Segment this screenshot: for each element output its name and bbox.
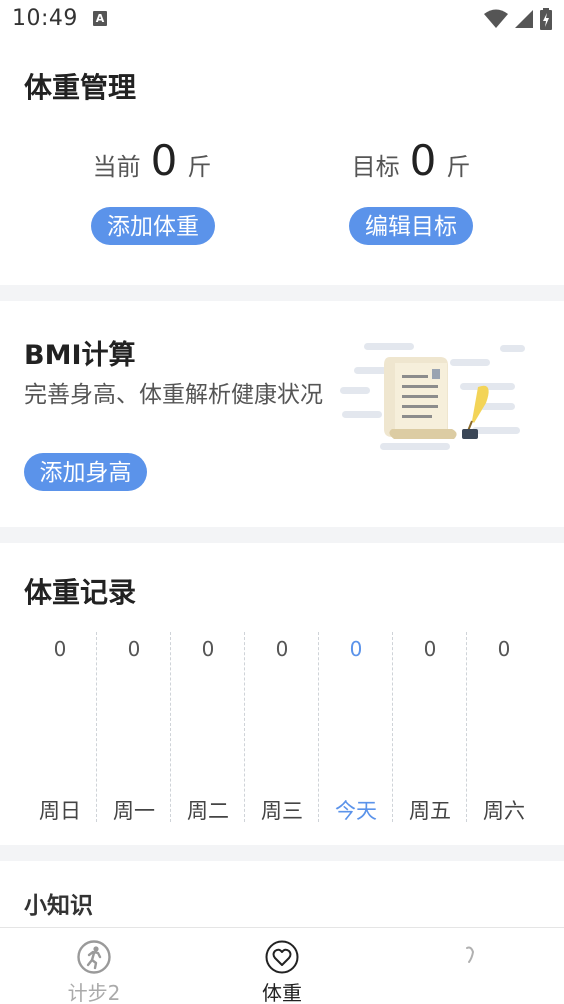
- weight-record-title: 体重记录: [24, 576, 137, 609]
- add-height-button[interactable]: 添加身高: [24, 453, 147, 491]
- record-day-label[interactable]: 周日: [23, 795, 97, 825]
- add-weight-button[interactable]: 添加体重: [91, 207, 215, 245]
- record-day-label[interactable]: 周二: [171, 795, 245, 825]
- record-column-divider: [96, 632, 97, 822]
- record-column-divider: [170, 632, 171, 822]
- signal-icon: [515, 10, 533, 28]
- record-day-value: 0: [275, 637, 289, 661]
- record-day-label[interactable]: 今天: [319, 795, 393, 825]
- notification-a-icon: A: [93, 11, 107, 26]
- tab-weight-label: 体重: [262, 981, 302, 1004]
- status-icons: [484, 8, 552, 30]
- weight-management-card: 体重管理 当前 0 斤 目标 0 斤 添加体重 编辑目标: [0, 38, 564, 285]
- status-bar: 10:49 A: [0, 0, 564, 38]
- record-day-value: 0: [497, 637, 511, 661]
- target-weight-label: 目标: [351, 153, 400, 181]
- tab-third[interactable]: [376, 928, 564, 1004]
- record-column-divider: [318, 632, 319, 822]
- record-day-label[interactable]: 周六: [467, 795, 541, 825]
- record-day-label[interactable]: 周三: [245, 795, 319, 825]
- record-day-value: 0: [201, 637, 215, 661]
- bmi-subtitle: 完善身高、体重解析健康状况: [24, 382, 323, 408]
- current-weight-value: 0: [150, 136, 178, 185]
- document-quill-illustration: [340, 343, 525, 450]
- record-day-value: 0: [423, 637, 437, 661]
- battery-charging-icon: [540, 8, 552, 30]
- tab-steps-label: 计步2: [67, 981, 121, 1004]
- running-person-icon: [77, 940, 111, 974]
- current-weight-label: 当前: [92, 153, 141, 181]
- heart-outline-icon: [265, 940, 299, 974]
- target-weight-unit: 斤: [446, 153, 471, 181]
- partial-icon: [466, 946, 475, 963]
- section-gap: [0, 285, 564, 301]
- record-day-label[interactable]: 周一: [97, 795, 171, 825]
- status-time: 10:49: [12, 6, 78, 31]
- current-weight-unit: 斤: [187, 153, 212, 181]
- tips-title: 小知识: [24, 893, 93, 919]
- section-gap: [0, 527, 564, 543]
- current-weight: 当前 0 斤: [32, 136, 272, 185]
- bmi-card[interactable]: BMI计算 完善身高、体重解析健康状况 添加身高: [0, 301, 564, 527]
- section-gap: [0, 845, 564, 861]
- record-day-label[interactable]: 周五: [393, 795, 467, 825]
- record-day-value: 0: [127, 637, 141, 661]
- target-weight-value: 0: [409, 136, 437, 185]
- tab-steps[interactable]: 计步2: [0, 928, 188, 1004]
- bottom-tab-bar: 计步2 体重: [0, 927, 564, 1004]
- record-column-divider: [466, 632, 467, 822]
- record-day-value: 0: [349, 637, 363, 661]
- edit-target-button[interactable]: 编辑目标: [349, 207, 473, 245]
- weight-management-title: 体重管理: [24, 71, 137, 104]
- record-column-divider: [392, 632, 393, 822]
- record-column-divider: [244, 632, 245, 822]
- record-day-value: 0: [53, 637, 67, 661]
- bmi-title: BMI计算: [24, 340, 136, 371]
- tab-weight[interactable]: 体重: [188, 928, 376, 1004]
- target-weight: 目标 0 斤: [291, 136, 531, 185]
- wifi-icon: [484, 9, 508, 28]
